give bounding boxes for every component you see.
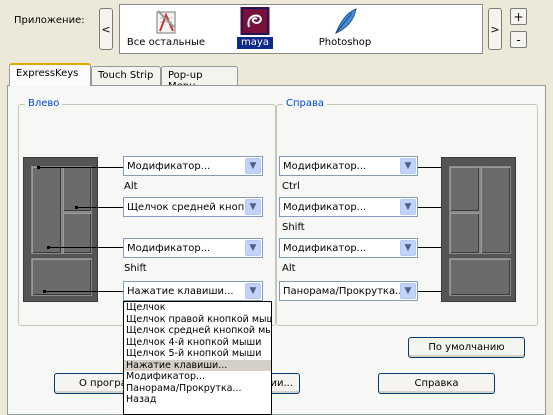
app-label: Приложение: — [14, 15, 85, 26]
chevron-down-icon[interactable]: ▼ — [400, 199, 416, 215]
leader-line — [76, 207, 123, 208]
all-apps-icon — [151, 7, 181, 35]
left-key-3-modifier: Shift — [124, 263, 147, 274]
right-key-2 — [449, 166, 480, 212]
select-value: Панорама/Прокрутка... — [283, 285, 400, 297]
left-group-title: Влево — [25, 98, 63, 109]
remove-app-button[interactable]: - — [510, 31, 527, 48]
select-value: Нажатие клавиши... — [127, 285, 234, 297]
right-group-title: Справа — [283, 98, 328, 109]
left-key-1 — [31, 166, 62, 254]
dropdown-option[interactable]: Щелчок правой кнопкой мыши — [124, 314, 271, 326]
chevron-down-icon[interactable]: ▼ — [400, 283, 416, 299]
leader-line — [38, 167, 123, 168]
dropdown-option[interactable]: Щелчок — [124, 302, 271, 314]
add-app-button[interactable]: + — [510, 8, 527, 25]
maya-icon — [240, 6, 270, 36]
right-key-4 — [449, 258, 511, 296]
left-key-1-select[interactable]: Модификатор... ▼ — [123, 156, 263, 176]
app-prev-button[interactable]: < — [99, 8, 113, 50]
right-key-1 — [480, 166, 511, 254]
select-value: Модификатор... — [127, 242, 211, 254]
tab-popup-menu[interactable]: Pop-up Menu — [161, 66, 238, 92]
app-item-label: Photoshop — [318, 37, 372, 48]
chevron-down-icon[interactable]: ▼ — [245, 283, 261, 299]
photoshop-feather-icon — [330, 7, 360, 35]
tab-touch-strip[interactable]: Touch Strip — [91, 66, 161, 85]
right-key-3-select[interactable]: Модификатор... ▼ — [279, 238, 418, 258]
dropdown-option[interactable]: Назад — [124, 394, 271, 406]
leader-line — [44, 291, 123, 292]
app-item-label: maya — [237, 37, 273, 49]
chevron-down-icon[interactable]: ▼ — [400, 240, 416, 256]
select-value: Модификатор... — [283, 242, 367, 254]
select-value: Щелчок средней кнопкой — [127, 201, 245, 213]
about-button-label-tail: ии... — [270, 378, 293, 389]
right-key-3 — [449, 212, 480, 254]
tab-expresskeys[interactable]: ExpressKeys — [9, 63, 91, 86]
chevron-right-icon: > — [490, 22, 500, 36]
dropdown-option[interactable]: Щелчок 5-й кнопкой мыши — [124, 348, 271, 360]
select-value: Модификатор... — [283, 160, 367, 172]
app-next-button[interactable]: > — [488, 8, 502, 50]
select-value: Модификатор... — [127, 160, 211, 172]
right-key-3-modifier: Alt — [282, 263, 296, 274]
left-key-3-select[interactable]: Модификатор... ▼ — [123, 238, 263, 258]
chevron-down-icon[interactable]: ▼ — [400, 158, 416, 174]
left-key-2-select[interactable]: Щелчок средней кнопкой ▼ — [123, 197, 263, 217]
dropdown-option[interactable]: Щелчок средней кнопкой мыши — [124, 325, 271, 337]
leader-line — [48, 247, 123, 248]
right-tablet-keys-graphic — [441, 157, 516, 302]
select-value: Модификатор... — [283, 201, 367, 213]
left-tablet-keys-graphic — [23, 157, 98, 302]
app-item-photoshop[interactable]: Photoshop — [300, 7, 390, 49]
key-action-dropdown-list: Щелчок Щелчок правой кнопкой мыши Щелчок… — [123, 301, 272, 415]
chevron-down-icon[interactable]: ▼ — [245, 158, 261, 174]
chevron-down-icon[interactable]: ▼ — [245, 199, 261, 215]
app-list: Все остальные maya Photoshop — [119, 4, 483, 54]
defaults-button[interactable]: По умолчанию — [408, 337, 525, 358]
right-key-2-modifier: Shift — [282, 222, 305, 233]
dropdown-option[interactable]: Щелчок 4-й кнопкой мыши — [124, 337, 271, 349]
dropdown-option[interactable]: Панорама/Прокрутка... — [124, 383, 271, 395]
right-key-2-select[interactable]: Модификатор... ▼ — [279, 197, 418, 217]
dropdown-option-highlighted[interactable]: Нажатие клавиши... — [124, 359, 271, 371]
right-key-4-select[interactable]: Панорама/Прокрутка... ▼ — [279, 281, 418, 301]
chevron-left-icon: < — [101, 22, 111, 36]
app-item-all[interactable]: Все остальные — [121, 7, 211, 49]
help-button[interactable]: Справка — [378, 373, 495, 394]
left-key-4-select[interactable]: Нажатие клавиши... ▼ — [123, 281, 263, 301]
app-item-label: Все остальные — [126, 37, 206, 48]
right-key-1-modifier: Ctrl — [282, 181, 300, 192]
left-key-1-modifier: Alt — [124, 181, 138, 192]
dropdown-option[interactable]: Модификатор... — [124, 371, 271, 383]
chevron-down-icon[interactable]: ▼ — [245, 240, 261, 256]
app-item-maya[interactable]: maya — [210, 6, 300, 49]
right-key-1-select[interactable]: Модификатор... ▼ — [279, 156, 418, 176]
